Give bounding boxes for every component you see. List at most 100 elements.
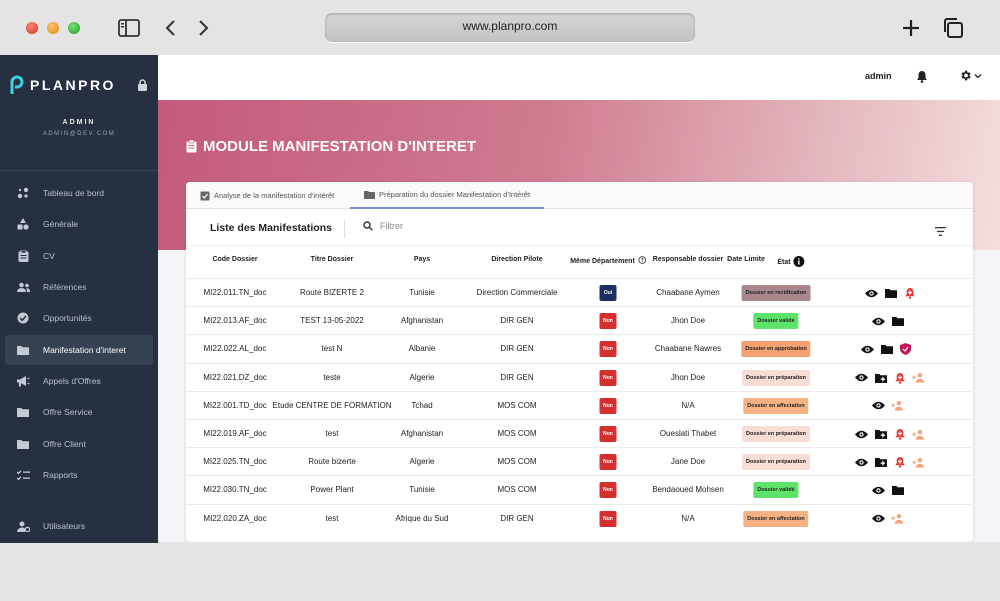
filter-list-icon[interactable] [935, 223, 946, 241]
sidebar-item-rapports[interactable]: Rapports [5, 460, 153, 490]
sidebar-item-g-n-rale[interactable]: Générale [5, 209, 153, 239]
table-row[interactable]: MI22.019.AF_doc test Afghanistan MOS COM Non… [186, 419, 973, 447]
bell-plus-icon[interactable] [903, 287, 916, 300]
view-eye-icon[interactable] [855, 428, 868, 441]
table-row[interactable]: MI22.013.AF_doc TEST 13-05-2022 Afghanista… [186, 306, 973, 334]
close-window-button[interactable] [26, 22, 38, 34]
cell-pays: Tchad [411, 400, 433, 410]
view-eye-icon[interactable] [865, 287, 878, 300]
tab-analyse[interactable]: Analyse de la manifestation d'intérêt [186, 182, 348, 209]
folder-icon[interactable] [880, 343, 893, 356]
status-badge: Dossier en rectification [741, 285, 811, 301]
cell-direction: MOS COM [497, 429, 537, 438]
column-header-7[interactable]: État [777, 256, 805, 269]
table-row[interactable]: MI22.025.TN_doc Route bizerte Algerie MOS C… [186, 447, 973, 475]
column-header-6[interactable]: Date Limite [727, 256, 765, 263]
table-row[interactable]: MI22.020.ZA_doc test Afrique du Sud DIR GEN… [186, 503, 973, 532]
sidebar-item-r-f-rences[interactable]: Références [5, 272, 153, 302]
column-header-1[interactable]: Titre Dossier [311, 256, 354, 263]
bell-plus-icon[interactable] [893, 371, 906, 384]
settings-menu[interactable] [959, 69, 982, 82]
sidebar-item-appels-d-offres[interactable]: Appels d'Offres [5, 366, 153, 396]
sidebar-toggle-icon[interactable] [117, 16, 141, 40]
bell-plus-icon[interactable] [893, 428, 906, 441]
sidebar-divider [0, 170, 158, 171]
cell-code: MI22.001.TD_doc [203, 400, 267, 410]
view-eye-icon[interactable] [861, 343, 874, 356]
user-plus-icon[interactable] [891, 512, 904, 525]
folder-plus-icon[interactable] [874, 428, 887, 441]
user-plus-icon[interactable] [912, 371, 925, 384]
column-header-0[interactable]: Code Dossier [212, 256, 257, 263]
column-header-3[interactable]: Direction Pilote [491, 256, 542, 263]
cell-responsable: Jane Doe [670, 457, 706, 467]
header-separator [344, 220, 345, 238]
sidebar-item-utilisateurs[interactable]: Utilisateurs [5, 511, 153, 541]
folder-icon [16, 343, 30, 357]
cell-titre: Power Plant [310, 485, 354, 495]
tab-preparation[interactable]: Préparation du dossier Manifestation d'I… [350, 182, 545, 209]
column-header-2[interactable]: Pays [414, 256, 430, 263]
table-row[interactable]: MI22.021.DZ_doc teste Algerie DIR GEN Non Jho… [186, 362, 973, 391]
view-eye-icon[interactable] [872, 399, 885, 412]
view-eye-icon[interactable] [872, 484, 885, 497]
shield-check-icon[interactable] [899, 343, 912, 356]
same-department-badge: Non [599, 341, 617, 358]
same-department-badge: Non [599, 454, 617, 471]
view-eye-icon[interactable] [872, 315, 885, 328]
sidebar-item-cv[interactable]: CV [5, 241, 153, 271]
table-row[interactable]: MI22.022.AL_doc test N Albanie DIR GEN Non Ch… [186, 334, 973, 362]
minimize-window-button[interactable] [47, 22, 59, 34]
sidebar-item-offre-client[interactable]: Offre Client [5, 429, 153, 459]
bell-plus-icon[interactable] [893, 456, 906, 469]
help-icon[interactable]: ? [637, 256, 646, 266]
table-row[interactable]: MI22.011.TN_doc Route BIZERTE 2 Tunisie Dir… [186, 278, 973, 306]
view-eye-icon[interactable] [855, 456, 868, 469]
same-department-badge: Non [599, 482, 617, 499]
bell-icon[interactable] [916, 70, 928, 88]
view-eye-icon[interactable] [872, 512, 885, 525]
sidebar-item-offre-service[interactable]: Offre Service [5, 397, 153, 427]
cell-direction: DIR GEN [500, 344, 534, 354]
same-department-badge: Non [599, 510, 617, 527]
username[interactable]: admin [865, 71, 892, 81]
table-row[interactable]: MI22.030.TN_doc Power Plant Tunisie MOS COM… [186, 475, 973, 503]
back-icon[interactable] [159, 16, 183, 40]
new-tab-icon[interactable] [899, 16, 923, 40]
cell-pays: Tunisie [409, 485, 435, 495]
folder-icon[interactable] [884, 287, 897, 300]
table-row[interactable]: MI22.001.TD_doc Etude CENTRE DE FORMATION… [186, 390, 973, 419]
filter-input[interactable]: Filtrer [363, 221, 403, 231]
column-header-5[interactable]: Responsable dossier [653, 256, 723, 263]
user-plus-icon[interactable] [912, 428, 925, 441]
user-plus-icon[interactable] [912, 456, 925, 469]
cell-code: MI22.030.TN_doc [203, 485, 267, 495]
sidebar-item-label: Opportunités [43, 313, 92, 323]
search-icon [363, 221, 373, 231]
column-header-4[interactable]: Même Département? [570, 256, 646, 266]
folder-icon[interactable] [891, 315, 904, 328]
address-bar[interactable]: www.planpro.com [325, 13, 695, 42]
cell-responsable: Chaabane Aymen [656, 288, 720, 297]
status-badge: Dossier en affectation [743, 397, 809, 414]
sidebar-item-manifestation-d-interet[interactable]: Manifestation d'interet [5, 335, 153, 365]
forward-icon[interactable] [191, 16, 215, 40]
maximize-window-button[interactable] [68, 22, 80, 34]
view-eye-icon[interactable] [855, 371, 868, 384]
cell-titre: test [325, 513, 339, 523]
logo[interactable]: PLANPRO [9, 75, 116, 95]
sidebar-item-opportunit-s[interactable]: Opportunités [5, 303, 153, 333]
lock-icon[interactable] [137, 78, 148, 96]
info-icon[interactable] [793, 256, 805, 269]
sidebar-item-label: Rapports [43, 470, 78, 480]
folder-plus-icon[interactable] [874, 371, 887, 384]
folder-plus-icon[interactable] [874, 456, 887, 469]
tab-overview-icon[interactable] [941, 16, 965, 40]
status-badge: Dossier validé [753, 482, 799, 499]
cell-pays: Afghanistan [400, 316, 444, 326]
user-plus-icon[interactable] [891, 399, 904, 412]
sidebar-item-tableau-de-bord[interactable]: Tableau de bord [5, 178, 153, 208]
tab-bar: Analyse de la manifestation d'intérêt Pr… [186, 182, 973, 209]
folder-icon[interactable] [891, 484, 904, 497]
status-badge: Dossier en préparation [742, 369, 810, 386]
